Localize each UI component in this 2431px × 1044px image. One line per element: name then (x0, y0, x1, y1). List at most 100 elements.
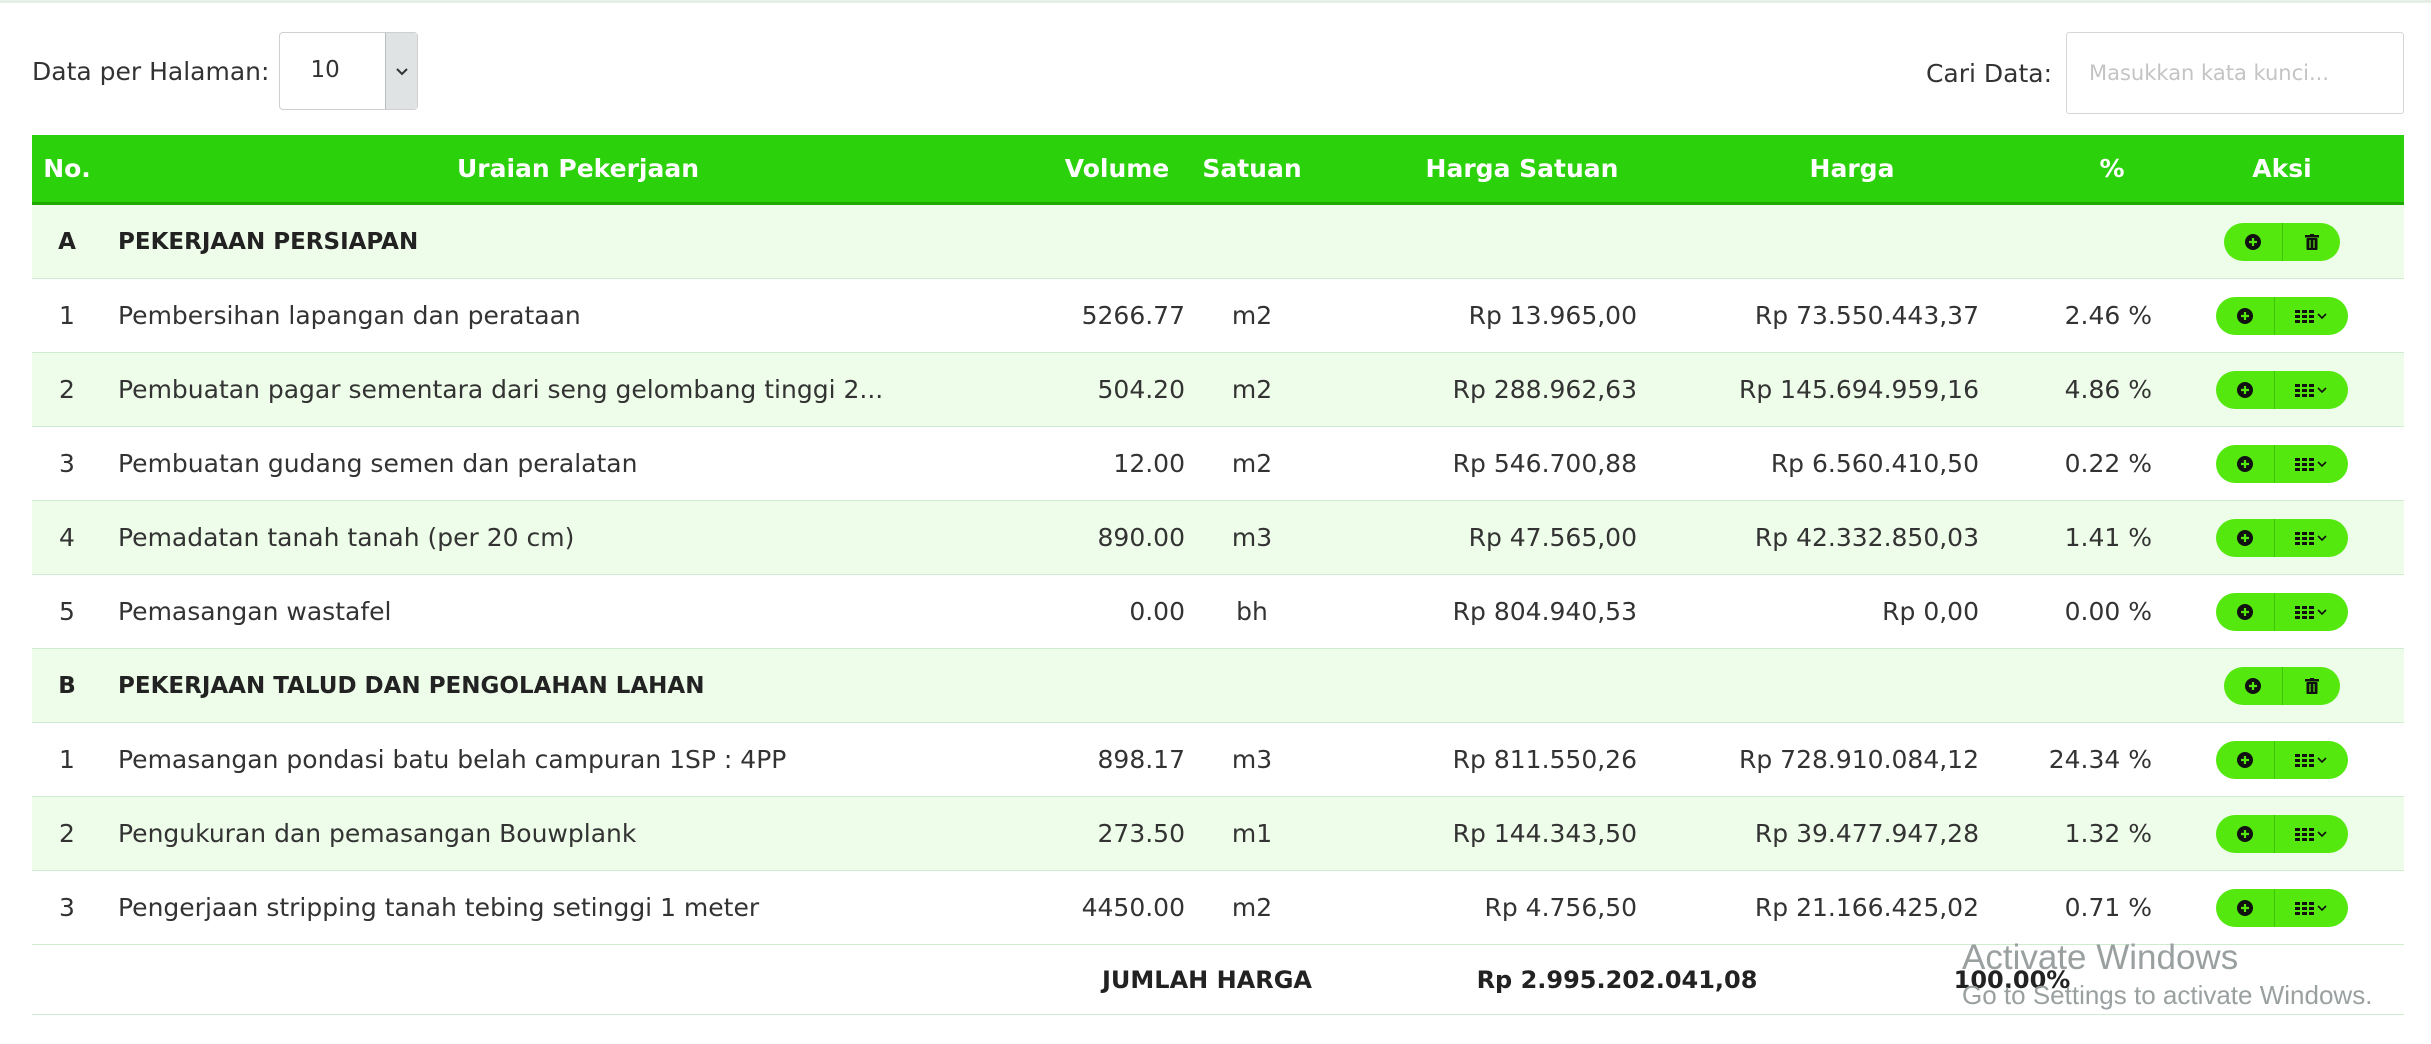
group-title: PEKERJAAN PERSIAPAN (118, 228, 419, 255)
page: Data per Halaman: 10 Cari Data: No. Urai… (0, 0, 2431, 1044)
row-harga: Rp 6.560.410,50 (1770, 449, 1979, 478)
plus-circle-icon[interactable] (2216, 371, 2274, 409)
header-uraian: Uraian Pekerjaan (456, 154, 700, 183)
windows-activation-watermark: Activate Windows Go to Settings to activ… (1962, 938, 2372, 1011)
row-action-buttons (2216, 888, 2348, 927)
row-actions (2182, 871, 2382, 944)
row-harga: Rp 0,00 (1882, 597, 1979, 626)
header-aksi: Aksi (2252, 154, 2312, 183)
row-harga-satuan: Rp 811.550,26 (1452, 745, 1637, 774)
row-volume: 4450.00 (1081, 893, 1185, 922)
row-action-buttons (2216, 740, 2348, 779)
row-volume: 12.00 (1113, 449, 1185, 478)
row-volume: 890.00 (1097, 523, 1185, 552)
row-uraian: Pengukuran dan pemasangan Bouwplank (118, 819, 637, 848)
row-harga: Rp 42.332.850,03 (1754, 523, 1979, 552)
header-satuan: Satuan (1202, 154, 1302, 183)
row-actions (2182, 575, 2382, 648)
row-no: 3 (59, 893, 75, 922)
row-harga-satuan: Rp 13.965,00 (1468, 301, 1637, 330)
row-volume: 504.20 (1097, 375, 1185, 404)
row-actions (2182, 279, 2382, 352)
group-title: PEKERJAAN TALUD DAN PENGOLAHAN LAHAN (118, 672, 705, 699)
row-harga: Rp 73.550.443,37 (1754, 301, 1979, 330)
row-satuan: m3 (1231, 745, 1273, 774)
table-row: 2 Pembuatan pagar sementara dari seng gel… (32, 353, 2404, 427)
row-actions (2182, 797, 2382, 870)
row-action-buttons (2216, 814, 2348, 853)
grid-menu-icon[interactable] (2274, 370, 2348, 409)
row-harga-satuan: Rp 47.565,00 (1468, 523, 1637, 552)
plus-circle-icon[interactable] (2216, 519, 2274, 557)
grid-menu-icon[interactable] (2274, 592, 2348, 631)
row-harga: Rp 39.477.947,28 (1754, 819, 1979, 848)
row-volume: 0.00 (1129, 597, 1185, 626)
search-control: Cari Data: (1926, 32, 2404, 114)
row-uraian: Pembuatan gudang semen dan peralatan (118, 449, 638, 478)
search-input[interactable] (2066, 32, 2404, 114)
footer-total: Rp 2.995.202.041,08 (1476, 965, 1758, 994)
row-harga-satuan: Rp 804.940,53 (1452, 597, 1637, 626)
header-no: No. (43, 154, 91, 183)
row-harga: Rp 145.694.959,16 (1739, 375, 1979, 404)
per-page-select[interactable]: 10 (279, 32, 419, 110)
row-actions (2182, 353, 2382, 426)
chevron-down-icon[interactable] (385, 33, 418, 109)
grid-menu-icon[interactable] (2274, 740, 2348, 779)
plus-circle-icon[interactable] (2216, 593, 2274, 631)
per-page-control: Data per Halaman: 10 (32, 32, 419, 110)
group-action-buttons (2224, 222, 2340, 261)
group-actions (2182, 205, 2382, 278)
row-persen: 0.71 % (2064, 893, 2152, 922)
table-row: 1 Pemasangan pondasi batu belah campuran … (32, 723, 2404, 797)
plus-circle-icon[interactable] (2216, 815, 2274, 853)
plus-circle-icon[interactable] (2216, 889, 2274, 927)
group-action-buttons (2224, 666, 2340, 705)
row-uraian: Pemasangan pondasi batu belah campuran 1… (118, 745, 787, 774)
plus-circle-icon[interactable] (2224, 667, 2282, 705)
row-uraian: Pemadatan tanah tanah (per 20 cm) (118, 523, 575, 552)
row-satuan: m2 (1231, 449, 1273, 478)
row-action-buttons (2216, 444, 2348, 483)
row-no: 1 (59, 301, 75, 330)
header-volume: Volume (1064, 154, 1170, 183)
grid-menu-icon[interactable] (2274, 814, 2348, 853)
plus-circle-icon[interactable] (2224, 223, 2282, 261)
per-page-value: 10 (310, 57, 340, 83)
plus-circle-icon[interactable] (2216, 445, 2274, 483)
group-code: B (58, 672, 76, 699)
plus-circle-icon[interactable] (2216, 741, 2274, 779)
row-no: 5 (59, 597, 75, 626)
row-harga: Rp 21.166.425,02 (1754, 893, 1979, 922)
row-persen: 2.46 % (2064, 301, 2152, 330)
row-persen: 24.34 % (2048, 745, 2152, 774)
row-uraian: Pembersihan lapangan dan perataan (118, 301, 581, 330)
row-uraian: Pengerjaan stripping tanah tebing seting… (118, 893, 760, 922)
row-harga: Rp 728.910.084,12 (1739, 745, 1979, 774)
row-action-buttons (2216, 518, 2348, 557)
grid-menu-icon[interactable] (2274, 888, 2348, 927)
row-harga-satuan: Rp 144.343,50 (1452, 819, 1637, 848)
grid-menu-icon[interactable] (2274, 518, 2348, 557)
row-satuan: bh (1236, 597, 1268, 626)
plus-circle-icon[interactable] (2216, 297, 2274, 335)
per-page-label: Data per Halaman: (32, 56, 270, 86)
row-no: 4 (59, 523, 75, 552)
grid-menu-icon[interactable] (2274, 444, 2348, 483)
row-satuan: m3 (1231, 523, 1273, 552)
trash-icon[interactable] (2282, 666, 2340, 705)
group-row: B PEKERJAAN TALUD DAN PENGOLAHAN LAHAN (32, 649, 2404, 723)
table-row: 2 Pengukuran dan pemasangan Bouwplank 273.… (32, 797, 2404, 871)
row-persen: 1.32 % (2064, 819, 2152, 848)
row-action-buttons (2216, 296, 2348, 335)
row-harga-satuan: Rp 546.700,88 (1452, 449, 1637, 478)
table-row: 3 Pembuatan gudang semen dan peralatan 12.… (32, 427, 2404, 501)
trash-icon[interactable] (2282, 222, 2340, 261)
watermark-subtitle: Go to Settings to activate Windows. (1962, 980, 2373, 1010)
search-label: Cari Data: (1925, 58, 2052, 88)
row-persen: 4.86 % (2064, 375, 2152, 404)
group-row: A PEKERJAAN PERSIAPAN (32, 205, 2404, 279)
grid-menu-icon[interactable] (2274, 296, 2348, 335)
row-actions (2182, 723, 2382, 796)
row-no: 2 (59, 375, 75, 404)
